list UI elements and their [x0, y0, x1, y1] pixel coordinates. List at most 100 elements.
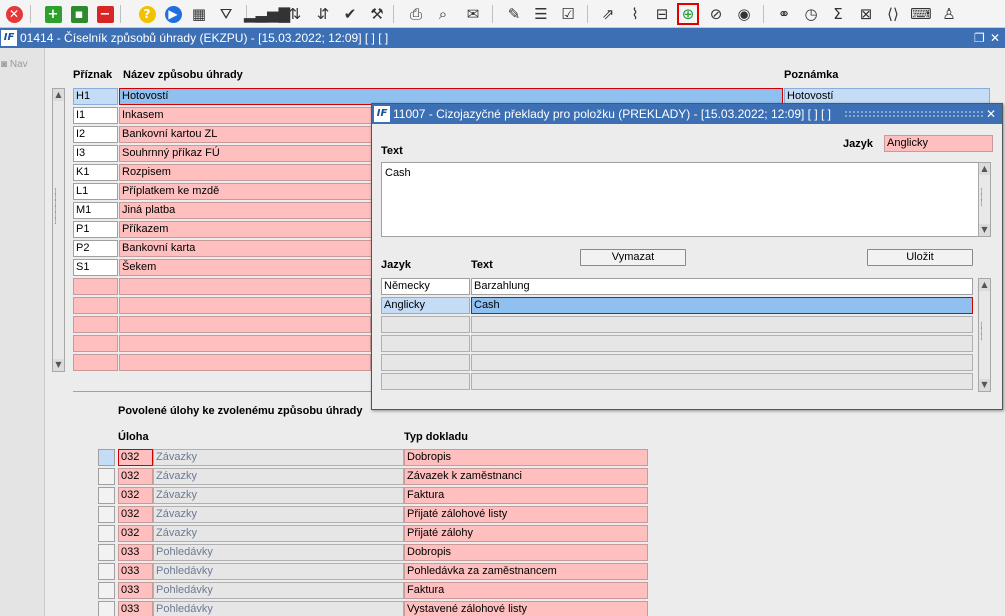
payment-flag-cell[interactable]: S1	[73, 259, 118, 276]
signal-icon[interactable]: ▂▃▅▇	[244, 3, 290, 25]
payment-flag-cell[interactable]: H1	[73, 88, 118, 105]
payment-flag-cell[interactable]: P1	[73, 221, 118, 238]
excel-icon[interactable]: ⊠	[855, 3, 877, 25]
task-code-cell[interactable]: 032	[118, 468, 153, 485]
play-icon[interactable]: ▶	[162, 3, 184, 25]
task-select-checkbox[interactable]	[98, 582, 115, 599]
translation-language-cell[interactable]: Německy	[381, 278, 470, 295]
task-doc-type-cell[interactable]: Přijaté zálohy	[404, 525, 648, 542]
list-icon[interactable]: ☰	[530, 3, 552, 25]
payment-methods-scrollbar[interactable]: ▲ ⁞ ⁞ ⁞ ⁞ ⁞ ⁞ ▼	[52, 88, 65, 372]
sort-desc-icon[interactable]: ⇵	[312, 3, 334, 25]
payment-flag-cell[interactable]: K1	[73, 164, 118, 181]
translation-text-cell[interactable]	[471, 373, 973, 390]
translation-language-cell[interactable]	[381, 316, 470, 333]
keyboard-icon[interactable]: ⌨	[910, 3, 932, 25]
navigator-label[interactable]: ◙ Nav	[1, 59, 28, 70]
scroll-up-icon[interactable]: ▲	[53, 89, 64, 101]
scroll-down-icon[interactable]: ▼	[53, 359, 64, 371]
task-select-checkbox[interactable]	[98, 563, 115, 580]
eye-icon[interactable]: ◉	[733, 3, 755, 25]
calendar-icon[interactable]: ▦	[188, 3, 210, 25]
task-code-cell[interactable]: 032	[118, 449, 153, 466]
close-window-icon[interactable]: ✕	[990, 28, 1000, 48]
scroll-grip-icon[interactable]: ⁞ ⁞ ⁞	[980, 188, 983, 209]
wrench-icon[interactable]: ⚒	[366, 3, 388, 25]
dialog-close-icon[interactable]: ✕	[986, 104, 996, 124]
translation-language-cell[interactable]	[381, 354, 470, 371]
globe-icon[interactable]: ⊕	[677, 3, 699, 25]
payment-flag-cell[interactable]	[73, 354, 118, 371]
compass-icon[interactable]: ⊘	[705, 3, 727, 25]
user-icon[interactable]: ♙	[938, 3, 960, 25]
task-select-checkbox[interactable]	[98, 468, 115, 485]
translation-text-cell[interactable]	[471, 354, 973, 371]
task-select-checkbox[interactable]	[98, 544, 115, 561]
dialog-text-area[interactable]: Cash	[381, 162, 979, 237]
sum-icon[interactable]: Σ	[827, 3, 849, 25]
payment-flag-cell[interactable]: P2	[73, 240, 118, 257]
task-doc-type-cell[interactable]: Faktura	[404, 487, 648, 504]
payment-flag-cell[interactable]: I2	[73, 126, 118, 143]
payment-name-cell[interactable]	[119, 354, 371, 371]
task-select-checkbox[interactable]	[98, 449, 115, 466]
task-doc-type-cell[interactable]: Vystavené zálohové listy	[404, 601, 648, 616]
payment-name-cell[interactable]	[119, 297, 371, 314]
edit-icon[interactable]: ✎	[503, 3, 525, 25]
print-preview-icon[interactable]: ⌕	[432, 3, 454, 25]
task-code-cell[interactable]: 033	[118, 544, 153, 561]
scroll-grip-icon[interactable]: ⁞ ⁞ ⁞	[980, 322, 983, 343]
translation-text-cell[interactable]	[471, 335, 973, 352]
payment-name-cell[interactable]	[119, 335, 371, 352]
task-doc-type-cell[interactable]: Faktura	[404, 582, 648, 599]
scroll-up-icon[interactable]: ▲	[979, 163, 990, 175]
restore-window-icon[interactable]: ❐	[974, 28, 985, 48]
task-doc-type-cell[interactable]: Pohledávka za zaměstnancem	[404, 563, 648, 580]
task-doc-type-cell[interactable]: Závazek k zaměstnanci	[404, 468, 648, 485]
payment-flag-cell[interactable]: I3	[73, 145, 118, 162]
code-icon[interactable]: ⟨⟩	[882, 3, 904, 25]
sort-asc-icon[interactable]: ⇅	[284, 3, 306, 25]
clock-icon[interactable]: ◷	[800, 3, 822, 25]
filter-icon[interactable]: ⛛	[215, 3, 237, 25]
scroll-up-icon[interactable]: ▲	[979, 279, 990, 291]
navigator-panel[interactable]: ◙ Nav	[0, 48, 45, 616]
task-select-checkbox[interactable]	[98, 525, 115, 542]
delete-icon[interactable]: −	[94, 3, 116, 25]
task-code-cell[interactable]: 033	[118, 582, 153, 599]
payment-flag-cell[interactable]: M1	[73, 202, 118, 219]
task-select-checkbox[interactable]	[98, 506, 115, 523]
payment-flag-cell[interactable]	[73, 335, 118, 352]
dialog-text-scrollbar[interactable]: ▲ ⁞ ⁞ ⁞ ▼	[978, 162, 991, 237]
task-doc-type-cell[interactable]: Přijaté zálohové listy	[404, 506, 648, 523]
task-code-cell[interactable]: 032	[118, 487, 153, 504]
translation-language-cell[interactable]	[381, 373, 470, 390]
translation-language-cell[interactable]: Anglicky	[381, 297, 470, 314]
payment-flag-cell[interactable]	[73, 316, 118, 333]
translation-language-cell[interactable]	[381, 335, 470, 352]
translations-scrollbar[interactable]: ▲ ⁞ ⁞ ⁞ ▼	[978, 278, 991, 392]
task-code-cell[interactable]: 033	[118, 601, 153, 616]
payment-flag-cell[interactable]	[73, 278, 118, 295]
help-icon[interactable]: ?	[136, 3, 158, 25]
scroll-down-icon[interactable]: ▼	[979, 224, 990, 236]
dialog-language-field[interactable]: Anglicky	[884, 135, 993, 152]
clear-button[interactable]: Vymazat	[580, 249, 686, 266]
task-code-cell[interactable]: 032	[118, 525, 153, 542]
close-icon[interactable]: ✕	[3, 3, 25, 25]
payment-flag-cell[interactable]: I1	[73, 107, 118, 124]
checklist-icon[interactable]: ☑	[557, 3, 579, 25]
external-link-icon[interactable]: ⇗	[597, 3, 619, 25]
attachment-icon[interactable]: ⌇	[624, 3, 646, 25]
dialog-drag-grip[interactable]	[844, 110, 984, 118]
task-select-checkbox[interactable]	[98, 487, 115, 504]
split-icon[interactable]: ⊟	[651, 3, 673, 25]
dialog-titlebar[interactable]: IF 11007 - Cizojazyčné překlady pro polo…	[372, 104, 1002, 124]
scroll-grip-icon[interactable]: ⁞ ⁞ ⁞ ⁞ ⁞ ⁞	[54, 188, 57, 227]
task-select-checkbox[interactable]	[98, 601, 115, 616]
scroll-down-icon[interactable]: ▼	[979, 379, 990, 391]
payment-name-cell[interactable]	[119, 316, 371, 333]
payment-flag-cell[interactable]	[73, 297, 118, 314]
task-code-cell[interactable]: 032	[118, 506, 153, 523]
task-doc-type-cell[interactable]: Dobropis	[404, 449, 648, 466]
